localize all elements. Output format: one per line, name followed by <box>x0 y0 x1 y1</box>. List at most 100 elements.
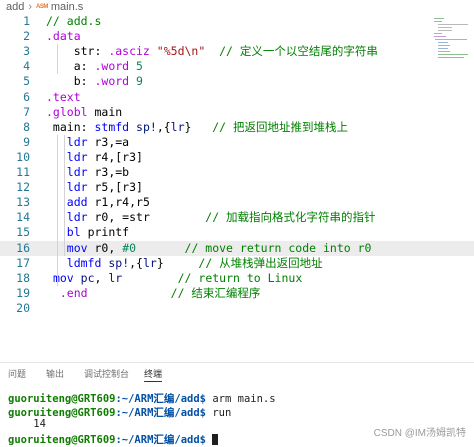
code-line[interactable]: 10 ldr r4,[r3] <box>0 150 474 165</box>
code-token: // add.s <box>46 14 102 28</box>
code-token: .data <box>46 29 81 44</box>
code-line[interactable]: 7 .globl main <box>0 105 474 120</box>
code-line[interactable]: 12 ldr r5,[r3] <box>0 180 474 195</box>
code-token: "%5d\n" <box>156 44 206 59</box>
code-token: ldr <box>66 165 88 179</box>
asm-file-icon: ASM <box>36 4 48 10</box>
minimap[interactable] <box>432 16 472 62</box>
line-number: 20 <box>16 300 30 315</box>
code-token: str: <box>46 44 109 59</box>
code-token: sp! <box>108 255 130 270</box>
indent-guide <box>57 44 58 75</box>
terminal-path: :~/ARM汇编/add$ <box>115 393 207 405</box>
code-token: main <box>87 104 123 119</box>
line-number: 4 <box>23 59 30 74</box>
code-line[interactable]: 19 .end // 结束汇编程序 <box>0 286 474 301</box>
terminal-path: :~/ARM汇编/add$ <box>115 406 207 419</box>
line-number: 15 <box>16 225 30 240</box>
code-line[interactable]: 18 mov pc, lr // return to Linux <box>0 271 474 286</box>
code-line[interactable]: 14 ldr r0, =str // 加载指向格式化字符串的指针 <box>0 210 474 225</box>
code-text: ldr r4,[r3] <box>46 150 143 165</box>
code-text: add r1,r4,r5 <box>46 195 150 210</box>
tab-output[interactable]: 输出 <box>46 367 64 380</box>
code-token: .word <box>94 59 130 74</box>
code-token: r3,=a <box>87 134 130 149</box>
code-token: bl <box>66 225 81 240</box>
code-token: , <box>94 270 109 285</box>
code-line[interactable]: 13 add r1,r4,r5 <box>0 195 474 210</box>
code-line[interactable]: 6 .text <box>0 90 474 105</box>
code-text: a: .word 5 <box>46 59 143 74</box>
line-number: 7 <box>23 104 30 119</box>
terminal-command: arm main.s <box>206 393 276 405</box>
bottom-panel: 问题 输出 调试控制台 终端 guoruiteng@GRT609:~/ARM汇编… <box>0 362 474 446</box>
line-number: 16 <box>16 240 30 255</box>
code-token: 5 <box>136 59 143 74</box>
code-line[interactable]: 9 ldr r3,=a <box>0 135 474 150</box>
code-token: // 从堆栈弹出返回地址 <box>198 255 323 270</box>
code-token: ,{ <box>156 119 171 134</box>
tab-terminal[interactable]: 终端 <box>144 367 163 382</box>
code-token: .word <box>94 74 130 89</box>
code-token: printf <box>80 225 130 240</box>
line-number: 2 <box>23 29 30 44</box>
code-token: r0, =str <box>87 210 206 225</box>
code-text: .end // 结束汇编程序 <box>46 286 261 301</box>
code-token: ,{ <box>129 255 143 270</box>
line-number: 12 <box>16 180 30 195</box>
code-token: .asciz <box>108 44 150 59</box>
indent-guide <box>64 134 65 256</box>
code-token: ldr <box>66 180 88 195</box>
code-token: ldr <box>66 149 88 164</box>
code-line[interactable]: 2 .data <box>0 29 474 44</box>
code-token: .globl <box>46 104 88 119</box>
code-token: lr <box>170 119 185 134</box>
line-number: 17 <box>16 255 30 270</box>
code-line[interactable]: 15 bl printf <box>0 225 474 240</box>
breadcrumb-file[interactable]: main.s <box>51 1 83 13</box>
code-text: bl printf <box>46 225 129 240</box>
code-line[interactable]: 1 // add.s <box>0 14 474 29</box>
code-line[interactable]: 17 ldmfd sp!,{lr} // 从堆栈弹出返回地址 <box>0 256 474 271</box>
code-line[interactable]: 11 ldr r3,=b <box>0 165 474 180</box>
code-line[interactable]: 16 mov r0, #0 // move return code into r… <box>0 240 474 256</box>
code-line[interactable]: 5 b: .word 9 <box>0 74 474 89</box>
code-text: main: stmfd sp!,{lr} // 把返回地址推到堆栈上 <box>46 120 348 135</box>
code-text: .text <box>46 90 81 105</box>
code-token: ldr <box>66 210 88 225</box>
code-text: ldr r3,=b <box>46 165 129 180</box>
code-text: .data <box>46 29 81 44</box>
line-number: 13 <box>16 195 30 210</box>
chevron-right-icon: › <box>28 1 33 13</box>
code-text: // add.s <box>46 14 101 29</box>
code-token: // move return code into r0 <box>184 240 372 255</box>
terminal-user: guoruiteng@GRT609 <box>8 393 116 405</box>
code-token: // 把返回地址推到堆栈上 <box>212 119 349 134</box>
code-line[interactable]: 8 main: stmfd sp!,{lr} // 把返回地址推到堆栈上 <box>0 120 474 135</box>
code-line[interactable]: 4 a: .word 5 <box>0 59 474 74</box>
tab-problems[interactable]: 问题 <box>8 367 26 380</box>
code-token: // 加载指向格式化字符串的指针 <box>205 210 376 225</box>
line-number: 10 <box>16 149 30 164</box>
code-token: r0, <box>87 240 123 255</box>
indent-guide <box>57 134 58 286</box>
code-line[interactable]: 20 <box>0 301 474 316</box>
code-token: lr <box>142 255 157 270</box>
code-token: ldr <box>66 134 88 149</box>
code-text: ldr r0, =str // 加载指向格式化字符串的指针 <box>46 210 376 225</box>
tab-debug-console[interactable]: 调试控制台 <box>84 367 129 380</box>
code-token: r3,=b <box>87 165 130 179</box>
panel-tabs: 问题 输出 调试控制台 终端 <box>0 363 474 382</box>
code-token: r5,[r3] <box>87 180 143 195</box>
code-editor[interactable]: 1// add.s 2 .data 3 str: .asciz "%5d\n" // … <box>0 14 474 344</box>
breadcrumb-folder[interactable]: add <box>6 1 24 13</box>
code-line[interactable]: 3 str: .asciz "%5d\n" // 定义一个以空结尾的字符串 <box>0 44 474 59</box>
line-number: 8 <box>23 119 30 134</box>
